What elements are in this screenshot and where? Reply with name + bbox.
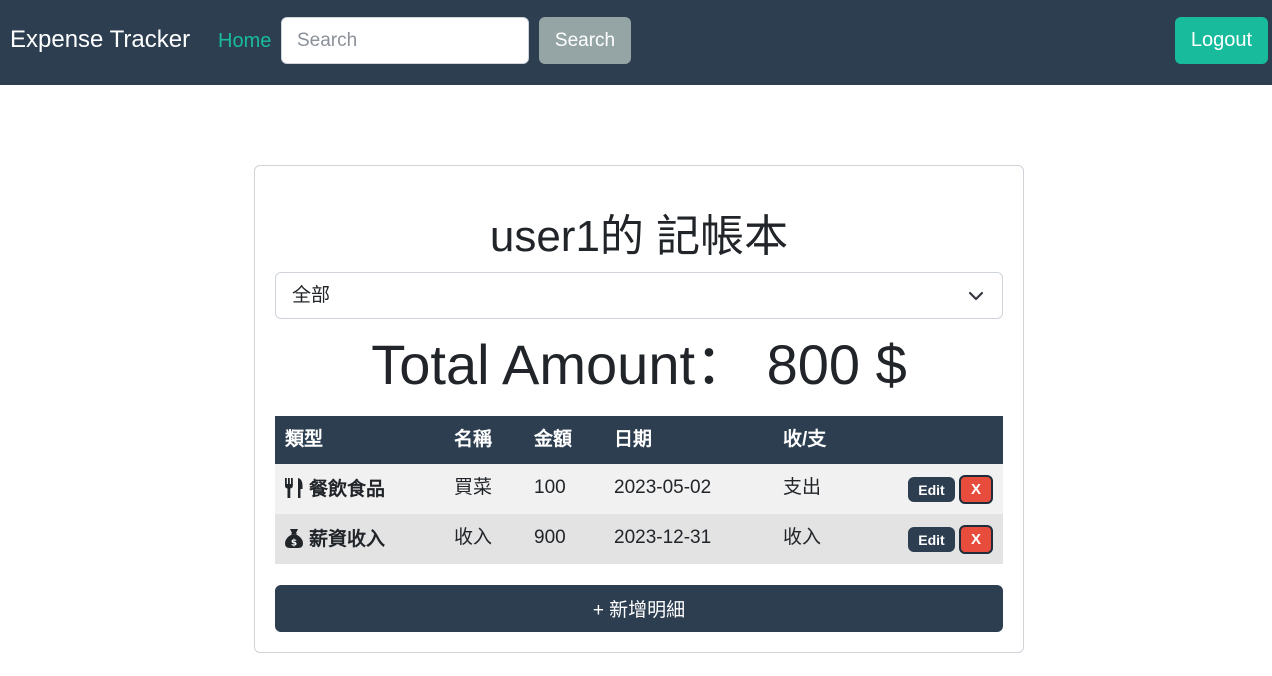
utensils-icon — [285, 478, 303, 498]
table-row: 餐飲食品 買菜 100 2023-05-02 支出 Edit X — [275, 464, 1003, 514]
amount-cell: 900 — [534, 527, 566, 548]
category-filter-select[interactable]: 全部 — [275, 272, 1003, 319]
svg-text:$: $ — [291, 539, 297, 549]
search-input[interactable] — [281, 17, 529, 64]
name-cell: 收入 — [454, 527, 493, 548]
header-type: 收/支 — [783, 429, 827, 450]
header-category: 類型 — [285, 429, 324, 450]
name-cell: 買菜 — [454, 477, 493, 498]
header-amount: 金額 — [534, 429, 573, 450]
category-cell: $ 薪資收入 — [283, 527, 385, 551]
total-amount: Total Amount： 800 $ — [371, 333, 907, 396]
category-label: 薪資收入 — [309, 529, 386, 550]
header-name: 名稱 — [454, 429, 493, 450]
date-cell: 2023-05-02 — [614, 477, 712, 498]
search-button[interactable]: Search — [539, 17, 631, 64]
table-header: 類型 名稱 金額 日期 收/支 — [275, 416, 1003, 464]
nav-home-link[interactable]: Home — [218, 28, 271, 54]
header-date: 日期 — [614, 429, 653, 450]
ledger-card: user1的 記帳本 全部 Total Amount： 800 $ 類型 名稱 … — [254, 165, 1024, 653]
delete-button[interactable]: X — [959, 525, 993, 554]
edit-button[interactable]: Edit — [908, 527, 955, 552]
table-row: $ 薪資收入 收入 900 2023-12-31 收入 Edit X — [275, 514, 1003, 564]
delete-button[interactable]: X — [959, 475, 993, 504]
category-filter-value: 全部 — [292, 285, 331, 306]
category-label: 餐飲食品 — [309, 479, 386, 500]
brand-link[interactable]: Expense Tracker — [10, 24, 190, 56]
type-cell: 支出 — [783, 477, 822, 498]
navbar: Expense Tracker Home Search Logout — [0, 0, 1272, 85]
add-entry-button[interactable]: + 新增明細 — [275, 585, 1003, 632]
page-title: user1的 記帳本 — [489, 212, 789, 261]
logout-button[interactable]: Logout — [1175, 17, 1268, 64]
expense-table: 類型 名稱 金額 日期 收/支 餐飲食品 買菜 100 2023-05-02 支… — [275, 416, 1003, 564]
date-cell: 2023-12-31 — [614, 527, 712, 548]
chevron-down-icon — [968, 291, 984, 301]
category-cell: 餐飲食品 — [283, 477, 385, 501]
type-cell: 收入 — [783, 527, 822, 548]
amount-cell: 100 — [534, 477, 566, 498]
edit-button[interactable]: Edit — [908, 477, 955, 502]
money-bag-icon: $ — [285, 529, 303, 549]
